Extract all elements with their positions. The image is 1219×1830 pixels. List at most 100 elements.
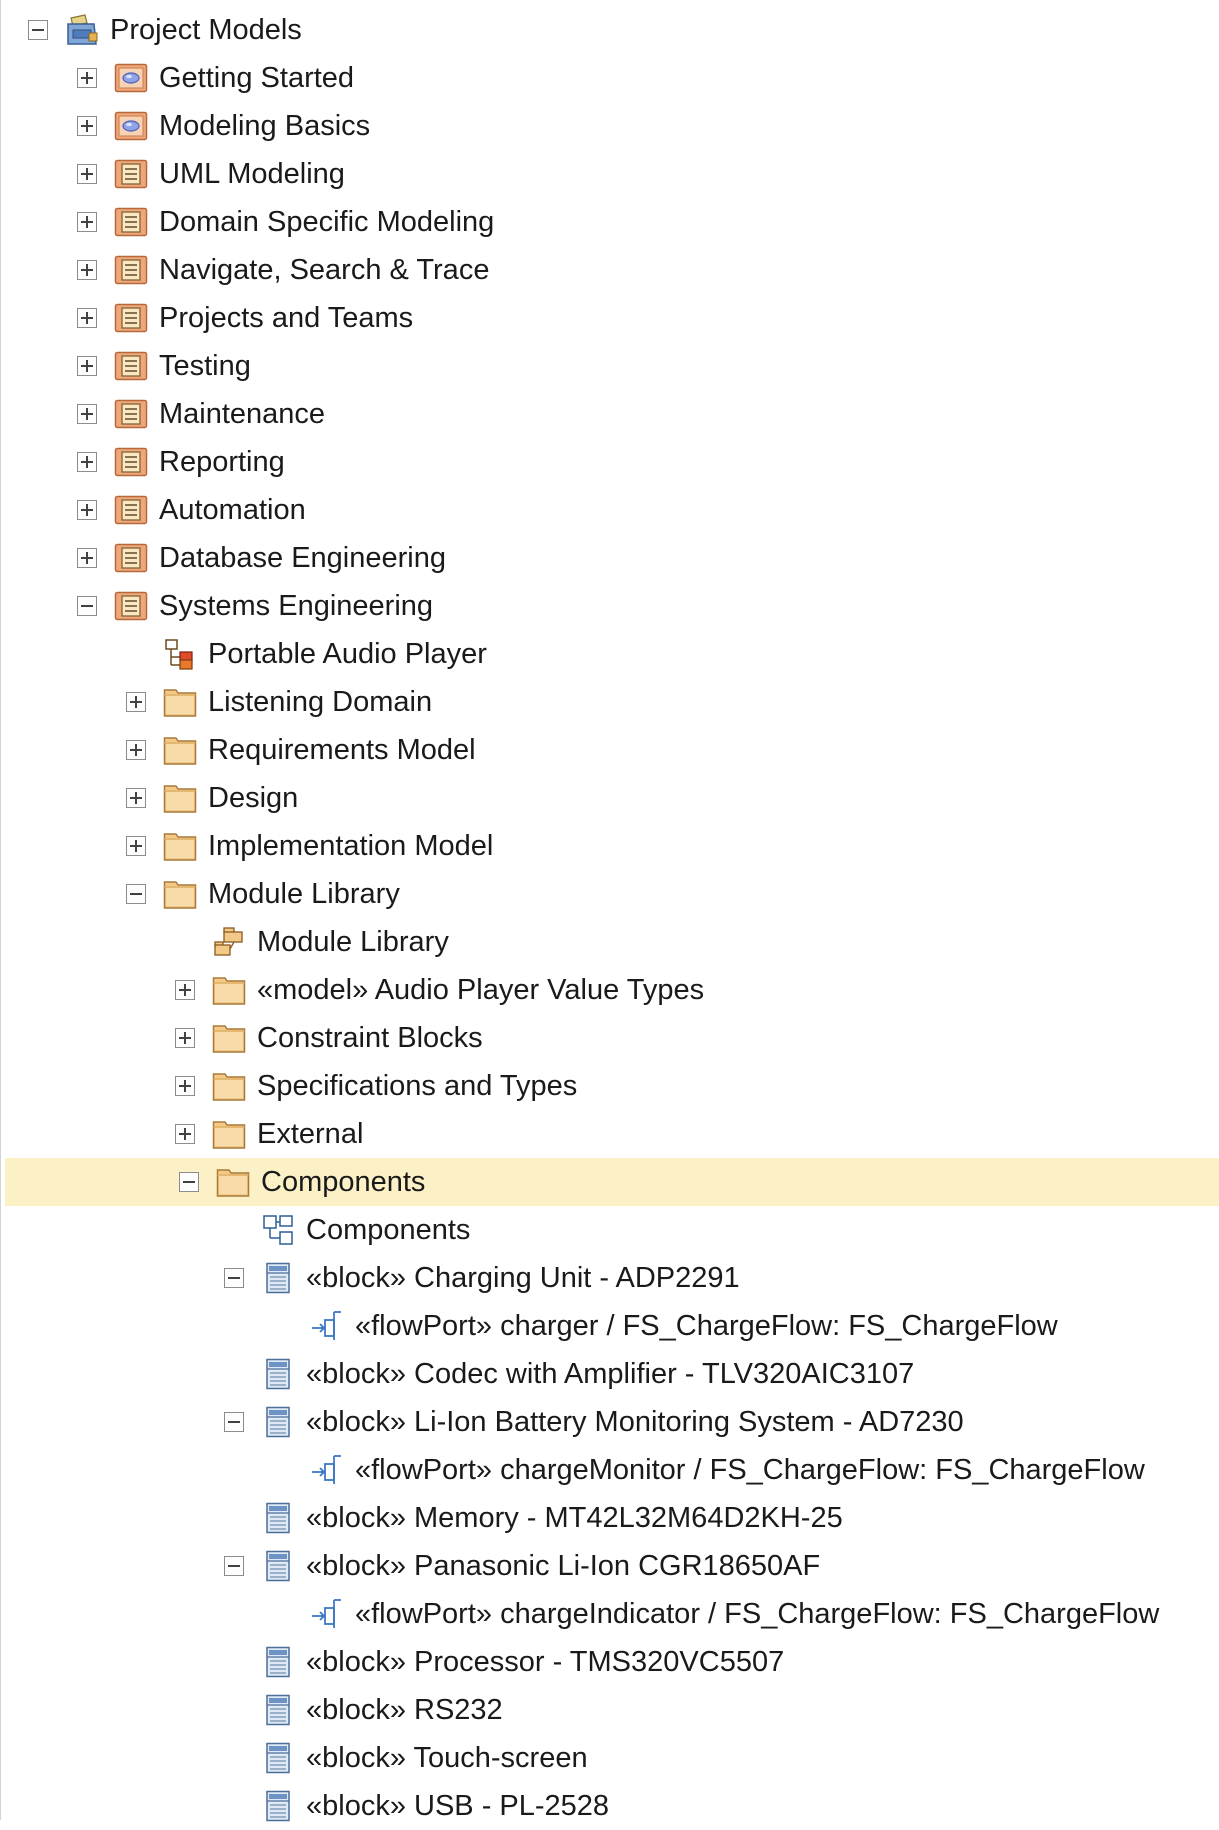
expand-icon[interactable] bbox=[126, 740, 146, 760]
expand-icon[interactable] bbox=[126, 692, 146, 712]
tree-node-label[interactable]: Navigate, Search & Trace bbox=[159, 246, 489, 294]
tree-node[interactable]: «block» USB - PL-2528 bbox=[1, 1782, 1219, 1830]
tree-node[interactable]: Maintenance bbox=[1, 390, 1219, 438]
expand-icon[interactable] bbox=[77, 212, 97, 232]
tree-node-label[interactable]: «block» Memory - MT42L32M64D2KH-25 bbox=[306, 1494, 843, 1542]
tree-node[interactable]: Getting Started bbox=[1, 54, 1219, 102]
tree-node[interactable]: «model» Audio Player Value Types bbox=[1, 966, 1219, 1014]
tree-node[interactable]: «block» Codec with Amplifier - TLV320AIC… bbox=[1, 1350, 1219, 1398]
tree-node[interactable]: Portable Audio Player bbox=[1, 630, 1219, 678]
tree-node-label[interactable]: Project Models bbox=[110, 6, 302, 54]
tree-node-label[interactable]: Specifications and Types bbox=[257, 1062, 577, 1110]
tree-node-label[interactable]: «block» Touch-screen bbox=[306, 1734, 588, 1782]
tree-node-label[interactable]: Portable Audio Player bbox=[208, 630, 487, 678]
tree-node[interactable]: Testing bbox=[1, 342, 1219, 390]
collapse-icon[interactable] bbox=[224, 1556, 244, 1576]
tree-node-label[interactable]: «flowPort» chargeIndicator / FS_ChargeFl… bbox=[355, 1590, 1159, 1638]
expand-icon[interactable] bbox=[175, 1028, 195, 1048]
tree-node[interactable]: «block» RS232 bbox=[1, 1686, 1219, 1734]
tree-node-label[interactable]: Listening Domain bbox=[208, 678, 432, 726]
tree-node-label[interactable]: «model» Audio Player Value Types bbox=[257, 966, 704, 1014]
tree-node[interactable]: Listening Domain bbox=[1, 678, 1219, 726]
tree-node[interactable]: «block» Charging Unit - ADP2291 bbox=[1, 1254, 1219, 1302]
tree-node-label[interactable]: Components bbox=[306, 1206, 470, 1254]
tree-node-label[interactable]: Projects and Teams bbox=[159, 294, 413, 342]
tree-node-label[interactable]: Modeling Basics bbox=[159, 102, 370, 150]
collapse-icon[interactable] bbox=[224, 1268, 244, 1288]
expand-icon[interactable] bbox=[77, 68, 97, 88]
tree-node[interactable]: «flowPort» chargeIndicator / FS_ChargeFl… bbox=[1, 1590, 1219, 1638]
tree-node[interactable]: Reporting bbox=[1, 438, 1219, 486]
tree-node-label[interactable]: «block» Li-Ion Battery Monitoring System… bbox=[306, 1398, 964, 1446]
tree-node[interactable]: «block» Memory - MT42L32M64D2KH-25 bbox=[1, 1494, 1219, 1542]
expand-icon[interactable] bbox=[126, 836, 146, 856]
tree-node[interactable]: Automation bbox=[1, 486, 1219, 534]
tree-node-label[interactable]: Systems Engineering bbox=[159, 582, 433, 630]
tree-node-label[interactable]: Automation bbox=[159, 486, 306, 534]
collapse-icon[interactable] bbox=[224, 1412, 244, 1432]
tree-node[interactable]: «block» Li-Ion Battery Monitoring System… bbox=[1, 1398, 1219, 1446]
tree-node-label[interactable]: «flowPort» chargeMonitor / FS_ChargeFlow… bbox=[355, 1446, 1145, 1494]
tree-node[interactable]: Components bbox=[5, 1158, 1219, 1206]
tree-node-label[interactable]: «block» Charging Unit - ADP2291 bbox=[306, 1254, 740, 1302]
collapse-icon[interactable] bbox=[77, 596, 97, 616]
tree-node[interactable]: «block» Touch-screen bbox=[1, 1734, 1219, 1782]
tree-node[interactable]: Database Engineering bbox=[1, 534, 1219, 582]
tree-node[interactable]: Projects and Teams bbox=[1, 294, 1219, 342]
tree-node-label[interactable]: «flowPort» charger / FS_ChargeFlow: FS_C… bbox=[355, 1302, 1058, 1350]
tree-node[interactable]: Project Models bbox=[1, 6, 1219, 54]
tree-node[interactable]: UML Modeling bbox=[1, 150, 1219, 198]
tree-node[interactable]: «flowPort» charger / FS_ChargeFlow: FS_C… bbox=[1, 1302, 1219, 1350]
tree-node-label[interactable]: Components bbox=[261, 1158, 425, 1206]
collapse-icon[interactable] bbox=[126, 884, 146, 904]
expand-icon[interactable] bbox=[77, 164, 97, 184]
tree-node[interactable]: Implementation Model bbox=[1, 822, 1219, 870]
expand-icon[interactable] bbox=[77, 404, 97, 424]
tree-node-label[interactable]: Getting Started bbox=[159, 54, 354, 102]
tree-node-label[interactable]: Module Library bbox=[257, 918, 449, 966]
expand-icon[interactable] bbox=[77, 260, 97, 280]
tree-node[interactable]: Module Library bbox=[1, 870, 1219, 918]
tree-node-label[interactable]: Reporting bbox=[159, 438, 285, 486]
tree-node[interactable]: Systems Engineering bbox=[1, 582, 1219, 630]
tree-node-label[interactable]: «block» RS232 bbox=[306, 1686, 503, 1734]
tree-node-label[interactable]: Requirements Model bbox=[208, 726, 476, 774]
tree-node[interactable]: Specifications and Types bbox=[1, 1062, 1219, 1110]
tree-node-label[interactable]: Domain Specific Modeling bbox=[159, 198, 494, 246]
tree-node-label[interactable]: Design bbox=[208, 774, 298, 822]
collapse-icon[interactable] bbox=[28, 20, 48, 40]
expand-icon[interactable] bbox=[175, 1076, 195, 1096]
tree-node-label[interactable]: Implementation Model bbox=[208, 822, 493, 870]
tree-node-label[interactable]: Constraint Blocks bbox=[257, 1014, 483, 1062]
tree-node[interactable]: «block» Panasonic Li-Ion CGR18650AF bbox=[1, 1542, 1219, 1590]
collapse-icon[interactable] bbox=[179, 1172, 199, 1192]
tree-node[interactable]: Navigate, Search & Trace bbox=[1, 246, 1219, 294]
tree-node-label[interactable]: External bbox=[257, 1110, 363, 1158]
expand-icon[interactable] bbox=[175, 1124, 195, 1144]
tree-node[interactable]: Design bbox=[1, 774, 1219, 822]
expand-icon[interactable] bbox=[175, 980, 195, 1000]
expand-icon[interactable] bbox=[77, 452, 97, 472]
tree-node-label[interactable]: Testing bbox=[159, 342, 251, 390]
expand-icon[interactable] bbox=[77, 500, 97, 520]
tree-node[interactable]: Requirements Model bbox=[1, 726, 1219, 774]
tree-node[interactable]: «block» Processor - TMS320VC5507 bbox=[1, 1638, 1219, 1686]
tree-node-label[interactable]: Module Library bbox=[208, 870, 400, 918]
tree-node-label[interactable]: Database Engineering bbox=[159, 534, 446, 582]
expand-icon[interactable] bbox=[77, 308, 97, 328]
tree-node-label[interactable]: «block» Panasonic Li-Ion CGR18650AF bbox=[306, 1542, 820, 1590]
tree-node[interactable]: «flowPort» chargeMonitor / FS_ChargeFlow… bbox=[1, 1446, 1219, 1494]
tree-node[interactable]: Constraint Blocks bbox=[1, 1014, 1219, 1062]
tree-node-label[interactable]: UML Modeling bbox=[159, 150, 345, 198]
expand-icon[interactable] bbox=[77, 116, 97, 136]
expand-icon[interactable] bbox=[126, 788, 146, 808]
tree-node-label[interactable]: «block» Codec with Amplifier - TLV320AIC… bbox=[306, 1350, 914, 1398]
tree-node-label[interactable]: «block» Processor - TMS320VC5507 bbox=[306, 1638, 784, 1686]
tree-node-label[interactable]: «block» USB - PL-2528 bbox=[306, 1782, 609, 1830]
tree-node[interactable]: Domain Specific Modeling bbox=[1, 198, 1219, 246]
tree-node[interactable]: Modeling Basics bbox=[1, 102, 1219, 150]
expand-icon[interactable] bbox=[77, 356, 97, 376]
tree-node[interactable]: Components bbox=[1, 1206, 1219, 1254]
tree-node[interactable]: External bbox=[1, 1110, 1219, 1158]
expand-icon[interactable] bbox=[77, 548, 97, 568]
